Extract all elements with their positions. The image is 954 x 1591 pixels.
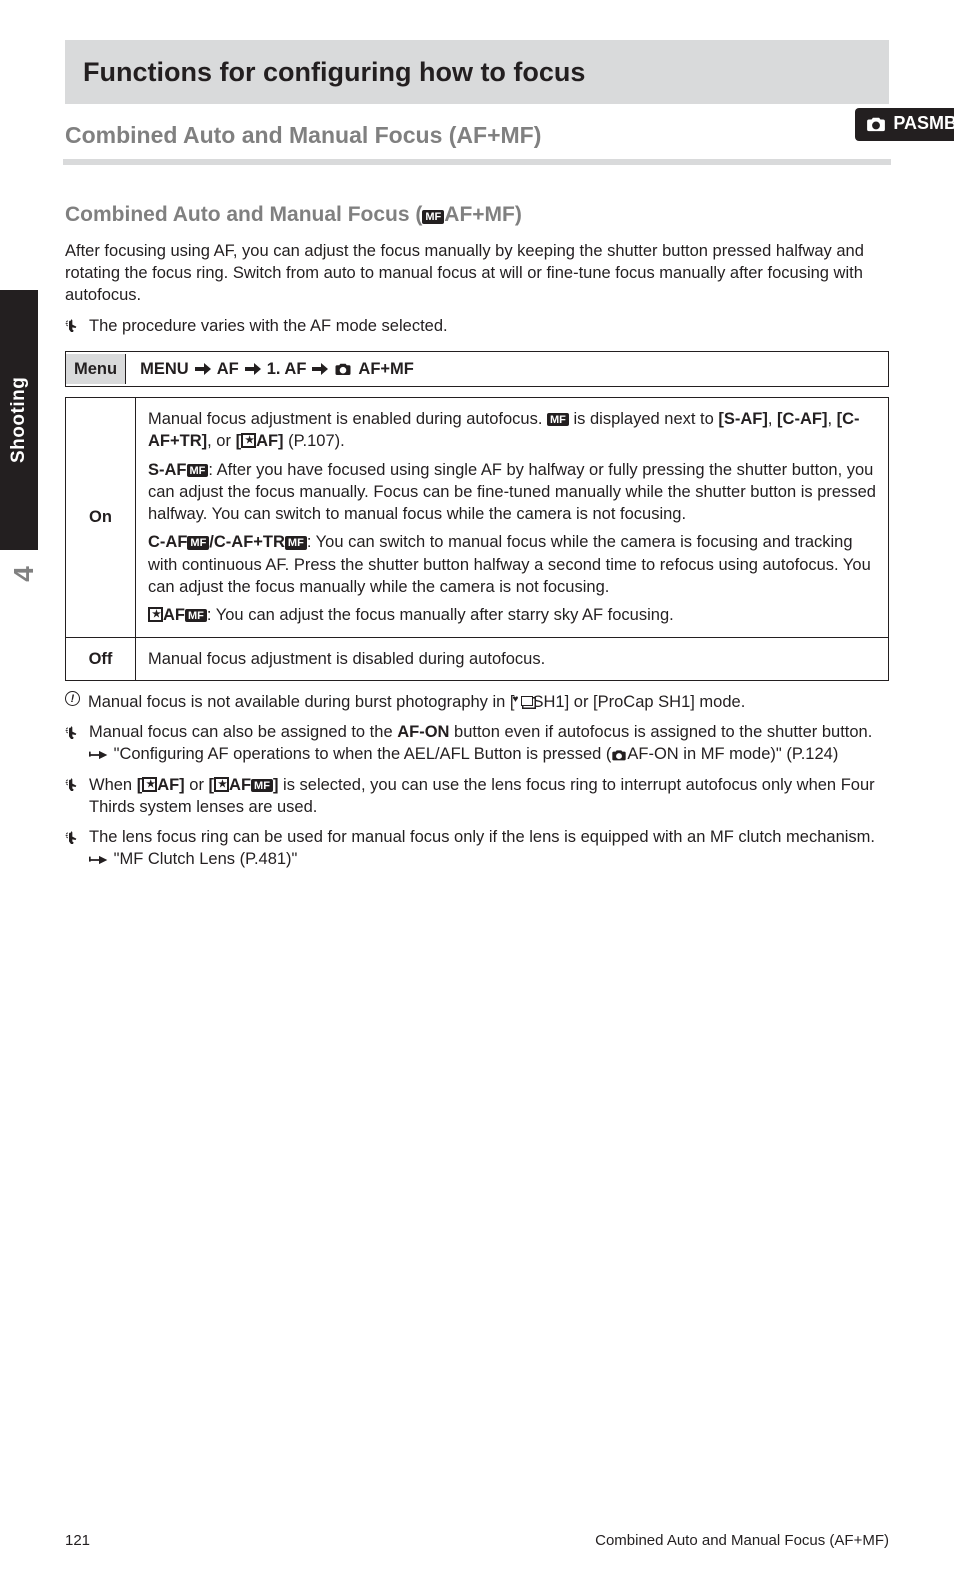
arrow-icon (245, 363, 261, 375)
menu-path: Menu MENU AF 1. AF AF+MF (65, 351, 889, 387)
tip-icon (65, 826, 81, 871)
arrow-icon (195, 363, 211, 375)
photo-mode-chip: PASMB (855, 108, 954, 140)
page-title: Functions for configuring how to focus (83, 54, 871, 90)
tip-row: When [AF] or [AFMF] is selected, you can… (65, 774, 889, 819)
menu-path-label: Menu (66, 354, 126, 384)
page: Shooting 4 Functions for configuring how… (0, 0, 954, 1591)
intro-text: After focusing using AF, you can adjust … (65, 240, 889, 307)
on-staraf: AFMF: You can adjust the focus manually … (148, 604, 876, 626)
star-af-icon (148, 607, 163, 622)
tip-icon (65, 315, 81, 337)
mode-badges: PASMB (855, 108, 949, 140)
mf-badge-icon: MF (185, 609, 207, 622)
options-table: On Manual focus adjustment is enabled du… (65, 397, 889, 681)
side-tab: Shooting (0, 290, 38, 550)
camera-icon (865, 116, 887, 132)
mode-label: PASMB (893, 111, 954, 135)
option-desc: Manual focus adjustment is enabled durin… (136, 398, 889, 637)
page-header: Functions for configuring how to focus (65, 40, 889, 104)
mf-badge-icon: MF (187, 536, 209, 549)
mf-badge-icon: MF (422, 210, 444, 223)
nav-step: AF+MF (358, 358, 413, 380)
page-footer: 121 Combined Auto and Manual Focus (AF+M… (65, 1531, 889, 1551)
mf-badge-icon: MF (251, 779, 273, 792)
on-caf: C-AFMF/C-AF+TRMF: You can switch to manu… (148, 531, 876, 598)
option-row-on: On Manual focus adjustment is enabled du… (66, 398, 889, 637)
side-tab-number: 4 (5, 555, 43, 593)
tip-icon (65, 721, 81, 766)
divider (63, 159, 891, 165)
section-title: Combined Auto and Manual Focus (MFAF+MF) (65, 201, 889, 229)
notes: ! Manual focus is not available during b… (65, 691, 889, 871)
pointer-icon (89, 848, 109, 870)
subheader-row: Combined Auto and Manual Focus (AF+MF) P… (65, 114, 889, 157)
tip-icon (65, 774, 81, 819)
option-key: On (66, 398, 136, 637)
burst-icon (515, 696, 533, 708)
mf-badge-icon: MF (547, 413, 569, 426)
footer-title: Combined Auto and Manual Focus (AF+MF) (595, 1531, 889, 1551)
caution-note: ! Manual focus is not available during b… (65, 691, 889, 713)
on-intro: Manual focus adjustment is enabled durin… (148, 408, 876, 453)
caution-icon: ! (65, 691, 80, 706)
pointer-icon (89, 743, 109, 765)
tip-row: Manual focus can also be assigned to the… (65, 721, 889, 766)
mf-badge-icon: MF (187, 464, 209, 477)
subheader: Combined Auto and Manual Focus (AF+MF) (65, 114, 889, 157)
option-desc: Manual focus adjustment is disabled duri… (136, 637, 889, 680)
mf-badge-icon: MF (285, 536, 307, 549)
page-number: 121 (65, 1531, 90, 1551)
option-row-off: Off Manual focus adjustment is disabled … (66, 637, 889, 680)
arrow-icon (312, 363, 328, 375)
option-key: Off (66, 637, 136, 680)
camera-icon (334, 362, 352, 376)
nav-step: MENU (140, 358, 189, 380)
tip-text: The procedure varies with the AF mode se… (89, 315, 889, 337)
star-af-icon (142, 777, 157, 792)
star-af-icon (214, 777, 229, 792)
star-af-icon (241, 433, 256, 448)
nav-step: AF (217, 358, 239, 380)
on-saf: S-AFMF: After you have focused using sin… (148, 459, 876, 526)
camera-icon-inline (611, 749, 627, 761)
tip-procedure: The procedure varies with the AF mode se… (65, 315, 889, 337)
tip-row: The lens focus ring can be used for manu… (65, 826, 889, 871)
nav-step: 1. AF (267, 358, 307, 380)
